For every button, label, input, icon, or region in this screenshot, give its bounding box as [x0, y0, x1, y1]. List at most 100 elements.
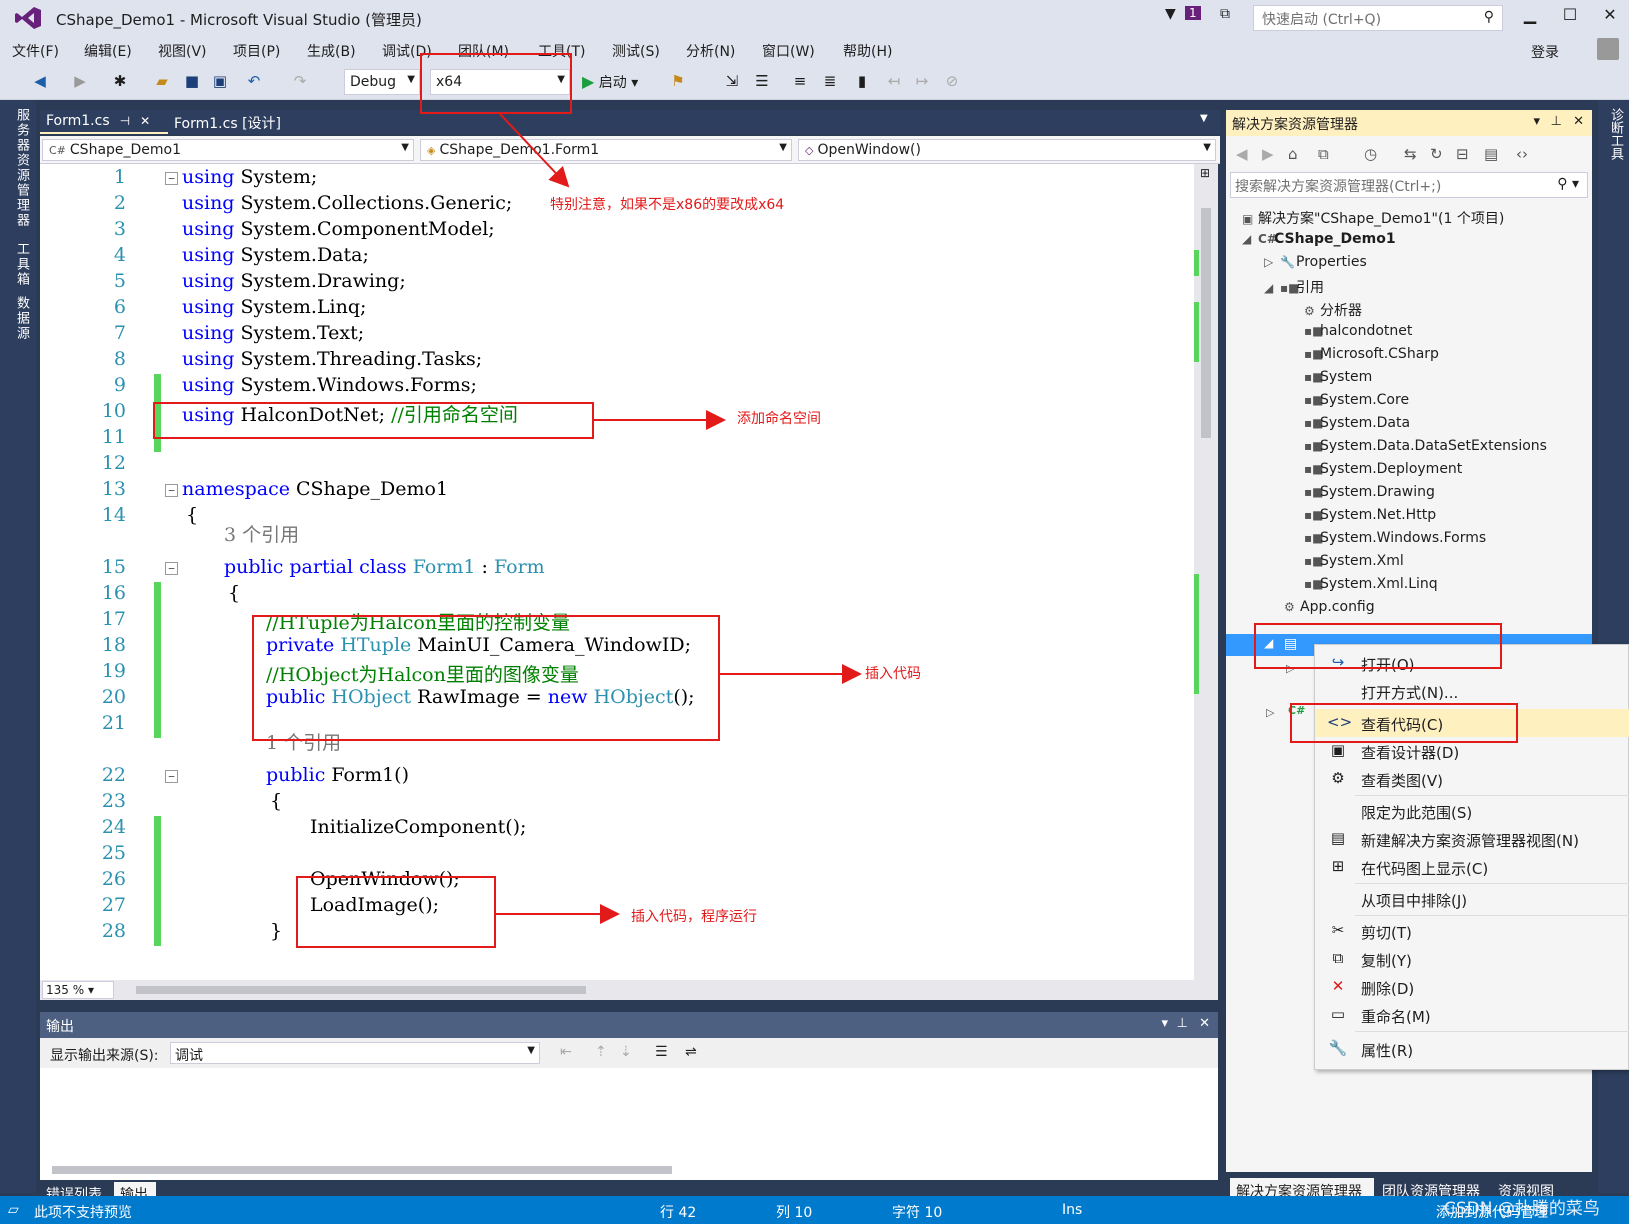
- solution-explorer-search[interactable]: 搜索解决方案资源管理器(Ctrl+;) ⚲ ▾: [1230, 172, 1588, 198]
- menu-item-copy[interactable]: ⧉ 复制(Y): [1315, 945, 1629, 973]
- tree-item-analyzers[interactable]: ⚙ 分析器: [1304, 300, 1362, 322]
- switch-views-icon[interactable]: ⧉: [1318, 145, 1329, 163]
- menu-item-new-view[interactable]: ▤ 新建解决方案资源管理器视图(N): [1315, 825, 1629, 853]
- menu-test[interactable]: 测试(S): [612, 41, 660, 61]
- close-icon[interactable]: ✕: [1573, 114, 1584, 129]
- menu-item-properties[interactable]: 🔧 属性(R): [1315, 1035, 1629, 1063]
- collapsed-icon[interactable]: ▷: [1266, 706, 1274, 719]
- refresh-icon[interactable]: ↻: [1430, 145, 1443, 163]
- filter-icon[interactable]: ▼: [1165, 6, 1176, 22]
- tree-item-reference[interactable]: ▪■halcondotnet: [1304, 323, 1412, 345]
- collapse-icon[interactable]: −: [165, 484, 178, 497]
- show-all-files-icon[interactable]: ▤: [1484, 145, 1498, 163]
- back-icon[interactable]: ◀: [1236, 145, 1248, 163]
- browser-link-icon[interactable]: ⚑: [668, 72, 688, 90]
- tree-item-solution[interactable]: ▣ 解决方案"CShape_Demo1"(1 个项目): [1242, 208, 1504, 230]
- step-icon[interactable]: ⇲: [722, 72, 742, 90]
- tree-item-reference[interactable]: ▪■System.Xml.Linq: [1304, 576, 1438, 598]
- scroll-thumb[interactable]: [52, 1166, 672, 1174]
- split-icon[interactable]: ⊞: [1200, 166, 1210, 180]
- clear-bookmark-icon[interactable]: ⊘: [942, 72, 962, 90]
- next-bookmark-icon[interactable]: ↦: [912, 72, 932, 90]
- prev-bookmark-icon[interactable]: ↤: [884, 72, 904, 90]
- new-project-icon[interactable]: ✱: [110, 72, 130, 90]
- server-explorer-tab[interactable]: 服务器资源管理器: [12, 108, 31, 228]
- uncomment-icon[interactable]: ≣: [820, 72, 840, 90]
- back-icon[interactable]: ◀: [30, 72, 50, 90]
- forward-icon[interactable]: ▶: [70, 72, 90, 90]
- menu-window[interactable]: 窗口(W): [762, 41, 815, 61]
- quick-launch-input[interactable]: 快速启动 (Ctrl+Q) ⚲: [1253, 5, 1503, 31]
- comment-icon[interactable]: ≡: [790, 72, 810, 90]
- view-code-icon[interactable]: ‹›: [1516, 145, 1528, 163]
- menu-help[interactable]: 帮助(H): [843, 41, 892, 61]
- data-sources-tab[interactable]: 数据源: [12, 296, 31, 341]
- goto-line-icon[interactable]: ⇤: [560, 1044, 572, 1060]
- pin-icon[interactable]: ⊥: [1177, 1016, 1188, 1031]
- close-icon[interactable]: ✕: [140, 114, 150, 128]
- minimize-button[interactable]: ▁: [1515, 5, 1545, 31]
- tree-item-reference[interactable]: ▪■System.Data.DataSetExtensions: [1304, 438, 1547, 460]
- redo-icon[interactable]: ↷: [290, 72, 310, 90]
- undo-icon[interactable]: ↶: [244, 72, 264, 90]
- editor-horizontal-scrollbar[interactable]: 135 % ▾: [40, 980, 1218, 1000]
- feedback-icon[interactable]: ⧉: [1220, 6, 1230, 22]
- output-source-select[interactable]: 调试 ▼: [170, 1042, 540, 1064]
- tree-item-reference[interactable]: ▪■System.Deployment: [1304, 461, 1462, 483]
- menu-view[interactable]: 视图(V): [158, 41, 207, 61]
- tree-item-references[interactable]: ◢ ▪■引用: [1264, 277, 1324, 299]
- tree-item-reference[interactable]: ▪■Microsoft.CSharp: [1304, 346, 1439, 368]
- codelens-references[interactable]: 3 个引用: [224, 520, 299, 547]
- scroll-thumb[interactable]: [1201, 208, 1211, 438]
- collapse-all-icon[interactable]: ⊟: [1456, 145, 1469, 163]
- menu-item-delete[interactable]: ✕ 删除(D): [1315, 973, 1629, 1001]
- output-text-area[interactable]: [40, 1068, 1218, 1180]
- diagnostic-tools-tab[interactable]: 诊断工具: [1606, 108, 1625, 160]
- pin-icon[interactable]: ⊥: [1551, 114, 1562, 129]
- save-all-icon[interactable]: ▣: [210, 72, 230, 90]
- maximize-button[interactable]: ☐: [1555, 5, 1585, 31]
- open-file-icon[interactable]: ▰: [152, 72, 172, 90]
- tree-item-project[interactable]: ◢ C#CShape_Demo1: [1242, 231, 1396, 253]
- bookmark-list-icon[interactable]: ☰: [752, 72, 772, 90]
- prev-message-icon[interactable]: ⇡: [595, 1044, 607, 1060]
- menu-item-scope-to-this[interactable]: 限定为此范围(S): [1315, 797, 1629, 825]
- tree-item-reference[interactable]: ▪■System.Drawing: [1304, 484, 1435, 506]
- solution-config-select[interactable]: Debug ▼: [344, 69, 420, 95]
- collapse-icon[interactable]: −: [165, 562, 178, 575]
- start-debug-button[interactable]: ▶ 启动 ▾: [582, 72, 638, 92]
- close-icon[interactable]: ✕: [1199, 1016, 1210, 1031]
- notification-badge[interactable]: 1: [1185, 6, 1201, 20]
- menu-item-rename[interactable]: ▭ 重命名(M): [1315, 1001, 1629, 1029]
- close-button[interactable]: ✕: [1595, 5, 1625, 31]
- menu-item-show-on-code-map[interactable]: ⊞ 在代码图上显示(C): [1315, 853, 1629, 881]
- dropdown-icon[interactable]: ▾: [1161, 1016, 1168, 1031]
- tab-dropdown-icon[interactable]: ▼: [1194, 110, 1214, 134]
- zoom-select[interactable]: 135 % ▾: [42, 981, 114, 999]
- tree-item-reference[interactable]: ▪■System.Data: [1304, 415, 1410, 437]
- clear-all-icon[interactable]: ☰: [655, 1044, 668, 1060]
- class-dropdown[interactable]: ◈ CShape_Demo1.Form1 ▼: [420, 139, 792, 161]
- menu-file[interactable]: 文件(F): [12, 41, 59, 61]
- tree-item-app-config[interactable]: ⚙ App.config: [1284, 599, 1375, 621]
- forward-icon[interactable]: ▶: [1262, 145, 1274, 163]
- tab-form1-cs[interactable]: Form1.cs ⊣ ✕: [40, 110, 168, 134]
- sync-icon[interactable]: ⇆: [1404, 145, 1417, 163]
- project-dropdown[interactable]: C# CShape_Demo1 ▼: [42, 139, 414, 161]
- menu-edit[interactable]: 编辑(E): [84, 41, 132, 61]
- next-message-icon[interactable]: ⇣: [620, 1044, 632, 1060]
- menu-analyze[interactable]: 分析(N): [686, 41, 735, 61]
- pending-changes-icon[interactable]: ◷: [1364, 145, 1377, 163]
- collapse-icon[interactable]: −: [165, 770, 178, 783]
- tree-item-properties[interactable]: ▷ 🔧Properties: [1264, 254, 1367, 276]
- menu-item-open-with[interactable]: 打开方式(N)...: [1315, 677, 1629, 705]
- login-link[interactable]: 登录: [1531, 42, 1559, 62]
- save-icon[interactable]: ■: [182, 72, 202, 90]
- bookmark-icon[interactable]: ▮: [852, 72, 872, 90]
- code-editor[interactable]: 1− using System; 2 using System.Collection…: [40, 164, 1200, 980]
- menu-build[interactable]: 生成(B): [307, 41, 356, 61]
- tree-item-reference[interactable]: ▪■System.Windows.Forms: [1304, 530, 1486, 552]
- tree-item-reference[interactable]: ▪■System.Xml: [1304, 553, 1404, 575]
- tree-item-reference[interactable]: ▪■System: [1304, 369, 1372, 391]
- menu-item-cut[interactable]: ✂ 剪切(T): [1315, 917, 1629, 945]
